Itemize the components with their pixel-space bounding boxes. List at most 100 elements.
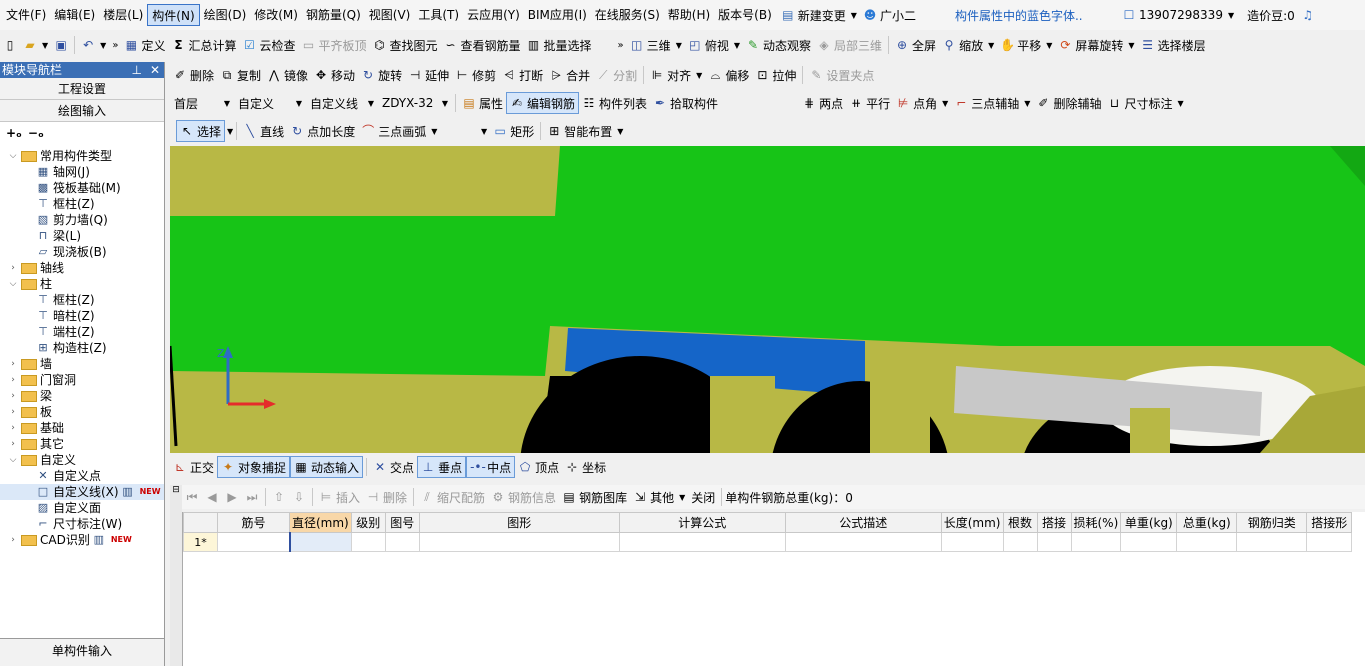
- set-grip-button[interactable]: ✎ 设置夹点: [806, 64, 877, 86]
- tree-item[interactable]: ⊤ 暗柱(Z): [0, 308, 164, 324]
- close-grid-button[interactable]: 关闭: [688, 486, 718, 508]
- point-angle-button[interactable]: ⊭ 点角 ▼: [893, 92, 951, 114]
- overflow-button[interactable]: »: [615, 34, 627, 56]
- table-cell[interactable]: [1036, 532, 1072, 552]
- table-cell[interactable]: [1002, 532, 1038, 552]
- table-row[interactable]: 1*: [183, 532, 1353, 552]
- split-button[interactable]: ⟋ 分割: [593, 64, 640, 86]
- table-cell[interactable]: [940, 532, 1004, 552]
- tree-item[interactable]: ⊤ 端柱(Z): [0, 324, 164, 340]
- batch-select-button[interactable]: ▥ 批量选择: [524, 34, 595, 56]
- tree-folder[interactable]: › 门窗洞: [0, 372, 164, 388]
- column-header[interactable]: 损耗(%): [1070, 512, 1122, 533]
- rect-button[interactable]: ▭ 矩形: [490, 120, 537, 142]
- ortho-button[interactable]: ⊾ 正交: [170, 456, 217, 478]
- column-header[interactable]: 筋号: [217, 512, 290, 533]
- extend-button[interactable]: ⊣ 延伸: [405, 64, 452, 86]
- dyn-view-button[interactable]: ✎ 动态观察: [743, 34, 814, 56]
- tree-item[interactable]: ▦ 轴网(J): [0, 164, 164, 180]
- other-button[interactable]: ⇲ 其他 ▼: [630, 486, 688, 508]
- object-snap-button[interactable]: ✦ 对象捕捉: [217, 456, 291, 478]
- tree-item[interactable]: ⊞ 构造柱(Z): [0, 340, 164, 356]
- property-button[interactable]: ▤ 属性: [459, 92, 506, 114]
- chevron-down-icon[interactable]: ▼: [227, 127, 233, 136]
- copy-button[interactable]: ⧉ 复制: [217, 64, 264, 86]
- guangxiaoer-button[interactable]: ☻ 广小二: [860, 4, 919, 26]
- chevron-right-icon[interactable]: ›: [8, 420, 18, 436]
- find-button[interactable]: ⌬ 查找图元: [370, 34, 441, 56]
- column-header[interactable]: 级别: [350, 512, 386, 533]
- table-cell[interactable]: [1306, 532, 1353, 552]
- point-length-button[interactable]: ↻ 点加长度: [287, 120, 358, 142]
- table-cell[interactable]: [1070, 532, 1122, 552]
- chevron-right-icon[interactable]: ›: [8, 404, 18, 420]
- column-header[interactable]: 计算公式: [618, 512, 786, 533]
- menu-item[interactable]: 楼层(L): [99, 4, 147, 26]
- single-input-button[interactable]: 单构件输入: [0, 638, 164, 666]
- align-slab-button[interactable]: ▭ 平齐板顶: [298, 34, 369, 56]
- table-cell[interactable]: [1236, 532, 1308, 552]
- column-header[interactable]: 钢筋归类: [1236, 512, 1308, 533]
- view3d-button[interactable]: ◫ 三维 ▼: [627, 34, 685, 56]
- last-row-button[interactable]: ⏭: [242, 486, 262, 508]
- select-button[interactable]: ↖ 选择: [176, 120, 226, 142]
- pin-icon[interactable]: ⊥: [131, 62, 141, 78]
- column-header[interactable]: 搭接形: [1306, 512, 1353, 533]
- tree-folder[interactable]: › 其它: [0, 436, 164, 452]
- tree-item[interactable]: ⊤ 框柱(Z): [0, 196, 164, 212]
- menu-item[interactable]: 编辑(E): [50, 4, 99, 26]
- save-button[interactable]: ▣: [51, 34, 71, 56]
- align-button[interactable]: ⊫ 对齐 ▼: [647, 64, 705, 86]
- view-rebar-button[interactable]: ∽ 查看钢筋量: [441, 34, 524, 56]
- table-cell[interactable]: [1120, 532, 1178, 552]
- chevron-down-icon[interactable]: ⌵: [8, 276, 18, 292]
- menu-item[interactable]: 在线服务(S): [591, 4, 664, 26]
- bell-icon[interactable]: ♫: [1301, 8, 1315, 22]
- next-row-button[interactable]: ▶: [222, 486, 242, 508]
- subtype-select[interactable]: 自定义线 ▼: [306, 92, 378, 114]
- table-cell[interactable]: [1176, 532, 1238, 552]
- chevron-right-icon[interactable]: ›: [8, 356, 18, 372]
- menu-item[interactable]: 帮助(H): [664, 4, 714, 26]
- stretch-button[interactable]: ⊡ 拉伸: [752, 64, 799, 86]
- rebar-info-button[interactable]: ⚙ 钢筋信息: [488, 486, 559, 508]
- table-cell[interactable]: [418, 532, 620, 552]
- tree-item[interactable]: ⊓ 梁(L): [0, 228, 164, 244]
- delete-button[interactable]: ✐ 删除: [170, 64, 217, 86]
- column-header[interactable]: 总重(kg): [1176, 512, 1238, 533]
- menu-item[interactable]: 视图(V): [365, 4, 415, 26]
- chevron-right-icon[interactable]: ›: [8, 372, 18, 388]
- menu-item[interactable]: 文件(F): [2, 4, 50, 26]
- grid-delete-button[interactable]: ⊣ 删除: [363, 486, 410, 508]
- code-select[interactable]: ZDYX-32 ▼: [378, 92, 452, 114]
- undo-button[interactable]: ↶ ▼: [78, 34, 109, 56]
- prev-row-button[interactable]: ◀: [202, 486, 222, 508]
- tip-text[interactable]: 构件属性中的蓝色字体..: [955, 7, 1115, 24]
- tree-item[interactable]: ▩ 筏板基础(M): [0, 180, 164, 196]
- tree-item[interactable]: ✕ 自定义点: [0, 468, 164, 484]
- menu-item[interactable]: 构件(N): [147, 4, 200, 26]
- tree-folder[interactable]: › 基础: [0, 420, 164, 436]
- column-header[interactable]: 搭接: [1036, 512, 1072, 533]
- offset-button[interactable]: ⌓ 偏移: [705, 64, 752, 86]
- line-button[interactable]: ╲ 直线: [240, 120, 287, 142]
- dynamic-input-button[interactable]: ▦ 动态输入: [290, 456, 364, 478]
- scale-button[interactable]: ⫽ 缩尺配筋: [417, 486, 488, 508]
- overflow-button[interactable]: »: [109, 34, 121, 56]
- first-row-button[interactable]: ⏮: [182, 486, 202, 508]
- column-header[interactable]: [183, 512, 218, 533]
- column-header[interactable]: 直径(mm): [289, 512, 352, 533]
- expand-all-icon[interactable]: +ₒ: [6, 126, 22, 140]
- fullscreen-button[interactable]: ⊕ 全屏: [892, 34, 939, 56]
- new-file-button[interactable]: ▯: [0, 34, 20, 56]
- tree-folder[interactable]: › 轴线: [0, 260, 164, 276]
- tree-folder[interactable]: ⌵ 常用构件类型: [0, 148, 164, 164]
- mirror-button[interactable]: ⋀ 镜像: [264, 64, 311, 86]
- menu-item[interactable]: 绘图(D): [200, 4, 251, 26]
- column-header[interactable]: 图形: [418, 512, 620, 533]
- local3d-button[interactable]: ◈ 局部三维: [814, 34, 885, 56]
- 3d-viewport[interactable]: Z: [170, 146, 1365, 453]
- tree-folder[interactable]: › 板: [0, 404, 164, 420]
- tree-folder[interactable]: ⌵ 柱: [0, 276, 164, 292]
- floor-select[interactable]: 首层 ▼: [170, 92, 234, 114]
